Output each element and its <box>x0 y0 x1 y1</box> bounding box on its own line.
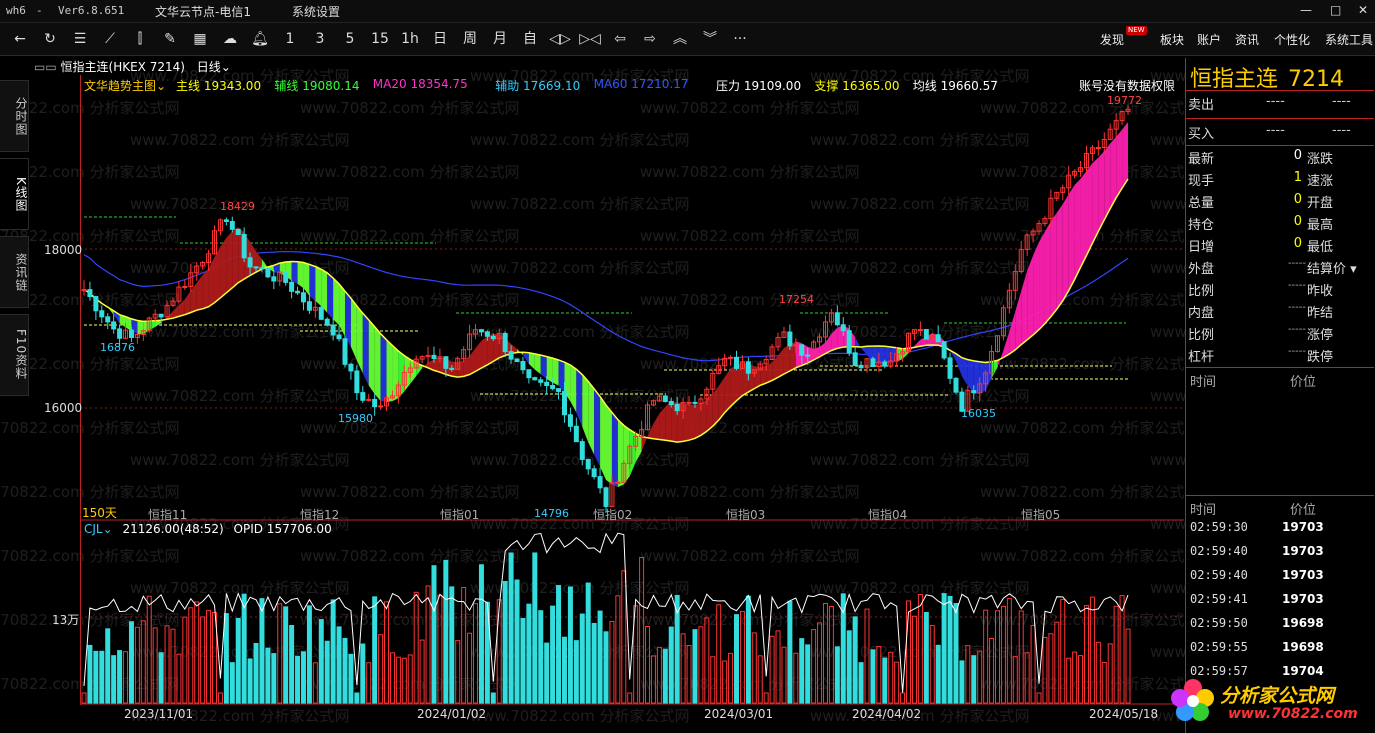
price-label-high-19772: 19772 <box>1107 94 1142 107</box>
volume-header: CJL⌄ 21126.00(48:52) OPID 157706.00 <box>84 522 332 536</box>
contract-label: 恒指11 <box>148 508 188 522</box>
price-label-low-16035: 16035 <box>961 407 996 420</box>
flower-logo-icon <box>1171 679 1214 721</box>
contract-label: 恒指01 <box>440 508 480 522</box>
tick-price-header: 价位 <box>1290 503 1317 518</box>
period-count: 150天 <box>82 506 117 520</box>
tick-row: 02:59:30 19703 <box>1190 520 1324 534</box>
col-price-header: 价位 <box>1290 375 1317 390</box>
quote-row: 日增 0 最低 <box>1188 236 1334 255</box>
volume-indicator-dropdown[interactable]: CJL⌄ <box>84 522 113 536</box>
price-label-low-15980: 15980 <box>338 412 373 425</box>
contract-label: 恒指05 <box>1021 508 1061 522</box>
tick-row: 02:59:41 19703 <box>1190 592 1324 606</box>
tick-time-header: 时间 <box>1190 503 1217 518</box>
volume-values: 21126.00(48:52) <box>122 522 224 536</box>
price-label-low-14796: 14796 <box>534 507 569 520</box>
quote-row: 杠杆 ----- 跌停 <box>1188 346 1334 365</box>
quote-row: 持仓 0 最高 <box>1188 214 1334 233</box>
date-label: 2024/01/02 <box>417 707 487 721</box>
quote-row: 比例 ----- 涨停 <box>1188 324 1334 343</box>
date-label: 2023/11/01 <box>124 707 194 721</box>
quote-row: 现手 1 速涨 <box>1188 170 1334 189</box>
volume-axis-label: 13万 <box>52 613 80 627</box>
tick-row: 02:59:40 19703 <box>1190 568 1324 582</box>
buy-row: 买入 ---- ---- <box>1188 123 1351 142</box>
col-time-header: 时间 <box>1190 375 1217 390</box>
axis-label-16000: 16000 <box>44 401 83 415</box>
logo: 分析家公式网 www.70822.com <box>1168 676 1368 728</box>
quote-row: 外盘 ----- 结算价 ▾ <box>1188 258 1357 277</box>
opid-value: OPID 157706.00 <box>233 522 332 536</box>
quote-row: 比例 ----- 昨收 <box>1188 280 1334 299</box>
price-label-high-18429: 18429 <box>220 200 255 213</box>
quote-row: 总量 0 开盘 <box>1188 192 1334 211</box>
tick-row: 02:59:50 19698 <box>1190 616 1324 630</box>
quote-title: 恒指主连 7214 <box>1190 67 1345 92</box>
quote-row: 最新 0 涨跌 <box>1188 148 1334 167</box>
tick-row: 02:59:40 19703 <box>1190 544 1324 558</box>
date-label: 2024/05/18 <box>1089 707 1159 721</box>
contract-label: 恒指02 <box>593 508 633 522</box>
contract-label: 恒指03 <box>726 508 766 522</box>
contract-label: 恒指12 <box>300 508 340 522</box>
contract-label: 恒指04 <box>868 508 908 522</box>
kline-chart[interactable] <box>0 0 1375 733</box>
axis-label-18000: 18000 <box>44 243 83 257</box>
price-label-high-17254: 17254 <box>779 293 814 306</box>
tick-row: 02:59:55 19698 <box>1190 640 1324 654</box>
date-label: 2024/03/01 <box>704 707 774 721</box>
sell-row: 卖出 ---- ---- <box>1188 94 1351 113</box>
quote-row: 内盘 ----- 昨结 <box>1188 302 1334 321</box>
logo-url: www.70822.com <box>1228 706 1358 722</box>
date-label: 2024/04/02 <box>852 707 922 721</box>
logo-name: 分析家公式网 <box>1220 685 1335 707</box>
price-label-low-16876: 16876 <box>100 341 135 354</box>
